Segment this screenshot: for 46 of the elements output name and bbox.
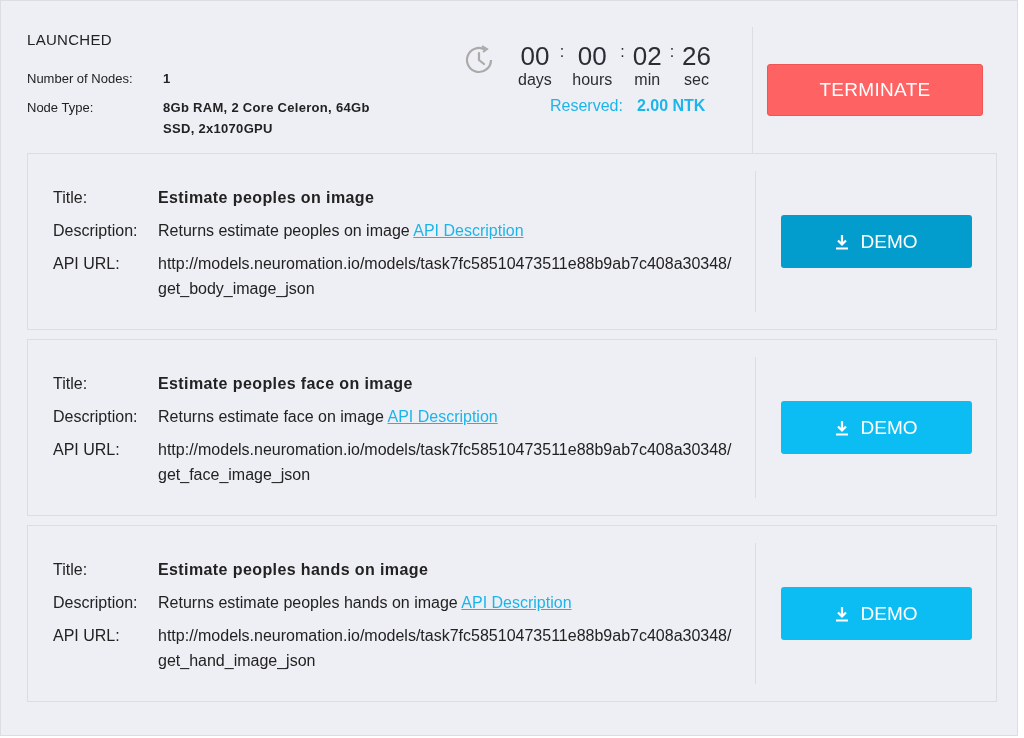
- field-label: API URL:: [53, 440, 121, 460]
- timer-unit: hours: [572, 71, 613, 89]
- demo-button[interactable]: DEMO: [780, 587, 972, 640]
- api-description-link[interactable]: API Description: [413, 222, 524, 239]
- model-title: Estimate peoples on image: [158, 188, 376, 208]
- timer-value: 26: [682, 41, 712, 71]
- field-label: Description:: [53, 593, 139, 613]
- info-value: 8Gb RAM, 2 Core Celeron, 64Gb SSD, 2x1070GPU: [163, 99, 371, 138]
- download-icon: [834, 233, 849, 250]
- api-url: http://models.neuromation.io/models/task7fc58510473511e88b9ab7c408a30348/get_body_image_json: [158, 254, 733, 299]
- api-url: http://models.neuromation.io/models/task7fc58510473511e88b9ab7c408a30348/get_face_image_json: [158, 440, 733, 485]
- info-value: 1: [163, 70, 172, 88]
- status-label: LAUNCHED: [27, 31, 113, 48]
- field-label: Title:: [53, 188, 89, 208]
- field-label: Title:: [53, 374, 89, 394]
- api-url: http://models.neuromation.io/models/task7fc58510473511e88b9ab7c408a30348/get_hand_image_json: [158, 626, 733, 671]
- reserved-value: 2.00 NTK: [636, 97, 706, 115]
- api-description-link[interactable]: API Description: [387, 408, 498, 425]
- model-title: Estimate peoples hands on image: [158, 560, 430, 580]
- field-label: Description:: [53, 221, 139, 241]
- timer-separator: :: [620, 42, 625, 62]
- timer-separator: :: [559, 42, 565, 62]
- field-label: Description:: [53, 407, 139, 427]
- timer-value: 02: [632, 41, 662, 71]
- model-description: Returns estimate face on image: [158, 408, 384, 425]
- download-icon: [834, 605, 849, 622]
- timer-unit: min: [634, 71, 661, 89]
- demo-button[interactable]: DEMO: [780, 215, 972, 268]
- field-label: API URL:: [53, 626, 121, 646]
- field-label: Title:: [53, 560, 89, 580]
- timer-unit: days: [518, 71, 552, 89]
- model-description: Returns estimate peoples hands on image: [158, 594, 458, 611]
- timer-value: 00: [577, 41, 607, 71]
- model-title: Estimate peoples face on image: [158, 374, 414, 394]
- api-description-link[interactable]: API Description: [461, 594, 572, 611]
- info-label: Number of Nodes:: [27, 70, 134, 88]
- timer-unit: sec: [684, 71, 709, 89]
- reserved-label: Reserved:: [550, 97, 623, 115]
- timer-value: 00: [520, 41, 550, 71]
- timer-separator: :: [669, 42, 675, 62]
- field-label: API URL:: [53, 254, 121, 274]
- demo-button[interactable]: DEMO: [780, 401, 972, 454]
- model-description: Returns estimate peoples on image: [158, 222, 410, 239]
- download-icon: [834, 419, 849, 436]
- terminate-button[interactable]: TERMINATE: [767, 64, 983, 116]
- info-label: Node Type:: [27, 99, 95, 117]
